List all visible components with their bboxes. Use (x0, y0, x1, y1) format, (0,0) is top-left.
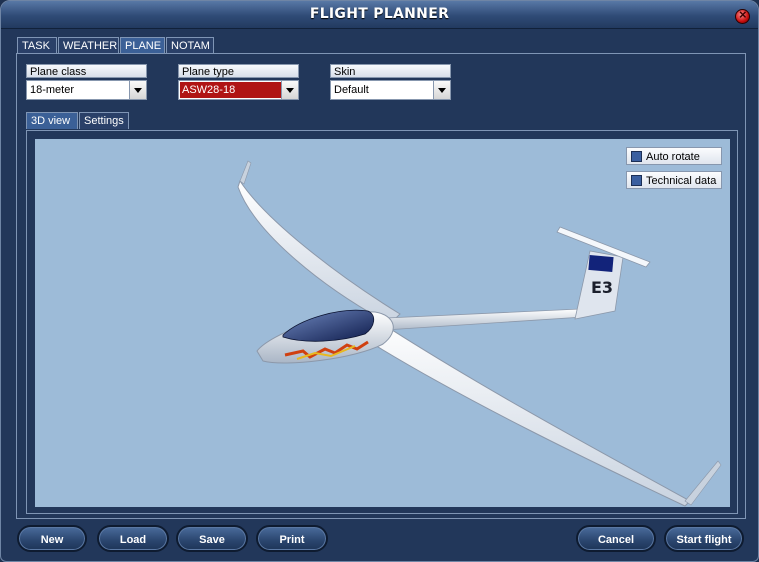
technical-data-checkbox[interactable]: Technical data (626, 171, 722, 189)
tab-plane[interactable]: PLANE (120, 37, 165, 53)
plane-class-label: Plane class (26, 64, 147, 78)
technical-data-label: Technical data (646, 175, 717, 187)
right-winglet (684, 460, 722, 506)
window-title: FLIGHT PLANNER (309, 6, 450, 22)
right-wing (364, 318, 691, 507)
plane-class-select[interactable]: 18-meter (26, 80, 147, 100)
checkbox-icon[interactable] (631, 151, 642, 162)
left-wing (237, 179, 401, 325)
chevron-down-icon[interactable] (129, 81, 146, 99)
flight-planner-window: FLIGHT PLANNER TASK WEATHER PLANE NOTAM … (0, 0, 759, 562)
tail-code: E3 (591, 278, 613, 297)
plane-type-value: ASW28-18 (182, 84, 236, 96)
close-icon[interactable] (735, 7, 750, 24)
glider-model: E3 (237, 160, 722, 507)
skin-select[interactable]: Default (330, 80, 451, 100)
plane-type-select[interactable]: ASW28-18 (178, 80, 299, 100)
chevron-down-icon[interactable] (433, 81, 450, 99)
new-button[interactable]: New (17, 525, 87, 552)
auto-rotate-checkbox[interactable]: Auto rotate (626, 147, 722, 165)
plane-3d-viewport[interactable]: E3 Auto rotate Technical data (35, 139, 730, 507)
tab-task[interactable]: TASK (17, 37, 57, 53)
plane-type-label: Plane type (178, 64, 299, 78)
save-button[interactable]: Save (176, 525, 248, 552)
tab-notam[interactable]: NOTAM (166, 37, 214, 53)
auto-rotate-label: Auto rotate (646, 151, 700, 163)
plane-class-value: 18-meter (30, 84, 75, 96)
subtab-3d-view[interactable]: 3D view (26, 112, 78, 129)
title-bar[interactable]: FLIGHT PLANNER (1, 1, 758, 29)
chevron-down-icon[interactable] (281, 81, 298, 99)
cancel-button[interactable]: Cancel (576, 525, 656, 552)
skin-label: Skin (330, 64, 451, 78)
subtab-settings[interactable]: Settings (79, 112, 129, 129)
start-flight-button[interactable]: Start flight (664, 525, 744, 552)
skin-value: Default (334, 84, 369, 96)
load-button[interactable]: Load (97, 525, 169, 552)
flag-emblem (588, 254, 614, 273)
tab-weather[interactable]: WEATHER (58, 37, 119, 53)
print-button[interactable]: Print (256, 525, 328, 552)
left-winglet (239, 160, 252, 185)
checkbox-icon[interactable] (631, 175, 642, 186)
